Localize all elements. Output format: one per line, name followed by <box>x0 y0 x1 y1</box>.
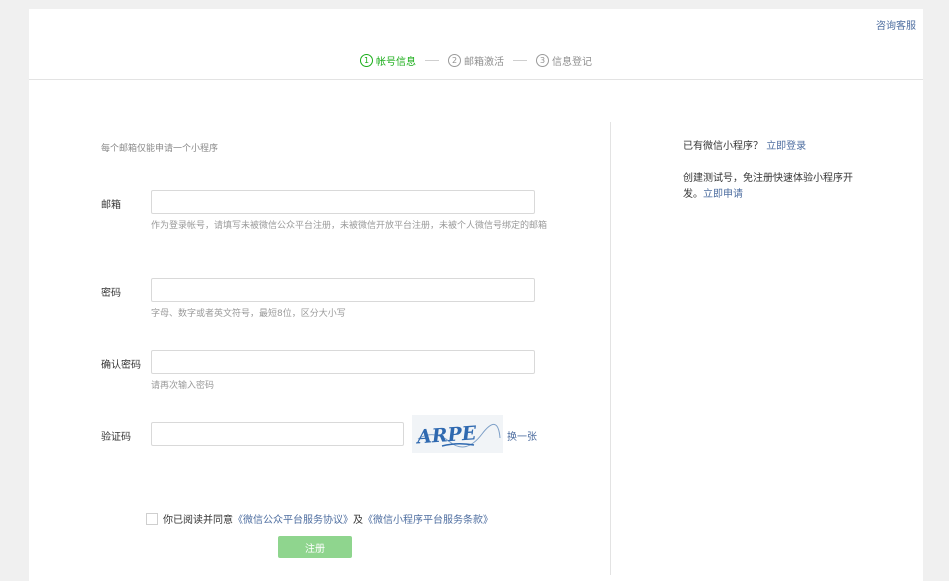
password-hint: 字母、数字或者英文符号，最短8位，区分大小写 <box>151 309 346 319</box>
captcha-field[interactable] <box>151 422 404 446</box>
service-agreement-link[interactable]: 《微信公众平台服务协议》 <box>233 511 353 526</box>
registration-card: 咨询客服 1 帐号信息 2 邮箱激活 3 信息登记 每个邮箱仅能申请一个小程序 … <box>29 9 923 581</box>
step-separator <box>425 59 439 61</box>
progress-steps: 1 帐号信息 2 邮箱激活 3 信息登记 <box>360 53 592 68</box>
step-separator <box>513 59 527 61</box>
step-number-2: 2 <box>448 53 461 67</box>
step-account-info: 1 帐号信息 <box>360 53 416 68</box>
step-email-activation: 2 邮箱激活 <box>448 53 504 68</box>
step-info-registration: 3 信息登记 <box>536 53 592 68</box>
captcha-refresh-link[interactable]: 换一张 <box>507 428 537 443</box>
login-link[interactable]: 立即登录 <box>766 141 806 152</box>
test-account-prompt: 创建测试号，免注册快速体验小程序开发。立即申请 <box>683 171 863 203</box>
captcha-image[interactable]: ARPE <box>412 415 503 453</box>
apply-now-link[interactable]: 立即申请 <box>703 189 743 200</box>
step-label-3: 信息登记 <box>552 56 592 68</box>
mini-program-terms-link[interactable]: 《微信小程序平台服务条款》 <box>363 511 493 526</box>
email-field[interactable] <box>151 190 535 214</box>
confirm-password-hint: 请再次输入密码 <box>151 381 215 391</box>
confirm-password-field[interactable] <box>151 350 535 374</box>
agreement-prefix: 你已阅读并同意 <box>163 515 233 526</box>
vertical-divider <box>610 122 611 575</box>
confirm-password-label: 确认密码 <box>101 360 141 371</box>
customer-service-link[interactable]: 咨询客服 <box>876 17 916 32</box>
email-hint: 作为登录帐号，请填写未被微信公众平台注册，未被微信开放平台注册，未被个人微信号绑… <box>151 221 548 231</box>
agreement-row: 你已阅读并同意 《微信公众平台服务协议》 及 《微信小程序平台服务条款》 <box>146 511 493 526</box>
password-label: 密码 <box>101 288 121 299</box>
page-header: 咨询客服 1 帐号信息 2 邮箱激活 3 信息登记 <box>29 9 923 80</box>
step-number-1: 1 <box>360 53 373 67</box>
captcha-graphic: ARPE <box>414 422 501 449</box>
agreement-checkbox[interactable] <box>146 512 158 525</box>
form-intro: 每个邮箱仅能申请一个小程序 <box>101 144 219 154</box>
agreement-middle: 及 <box>353 515 363 526</box>
captcha-label: 验证码 <box>101 432 131 443</box>
step-label-2: 邮箱激活 <box>464 56 504 68</box>
password-field[interactable] <box>151 278 535 302</box>
register-button[interactable]: 注册 <box>278 536 352 558</box>
login-prompt-text: 已有微信小程序？ <box>683 141 763 152</box>
step-label-1: 帐号信息 <box>376 56 416 68</box>
login-prompt: 已有微信小程序？ 立即登录 <box>683 139 806 155</box>
step-number-3: 3 <box>536 53 549 67</box>
email-label: 邮箱 <box>101 200 121 211</box>
